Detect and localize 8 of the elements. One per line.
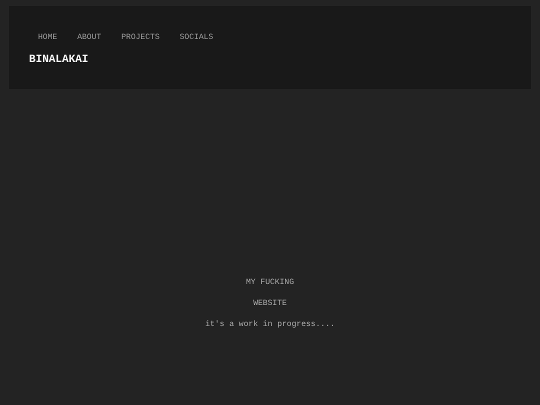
- nav-link[interactable]: SOCIALS: [180, 33, 214, 42]
- nav-link[interactable]: ABOUT: [77, 33, 102, 42]
- heading-line: WEBSITE: [253, 299, 287, 309]
- heading-line: MY FUCKING: [246, 278, 294, 288]
- nav-link[interactable]: HOME: [38, 33, 58, 42]
- nav-link[interactable]: PROJECTS: [121, 33, 160, 42]
- tagline: it's a work in progress....: [205, 320, 335, 330]
- site-logo[interactable]: BINALAKAI: [29, 54, 531, 66]
